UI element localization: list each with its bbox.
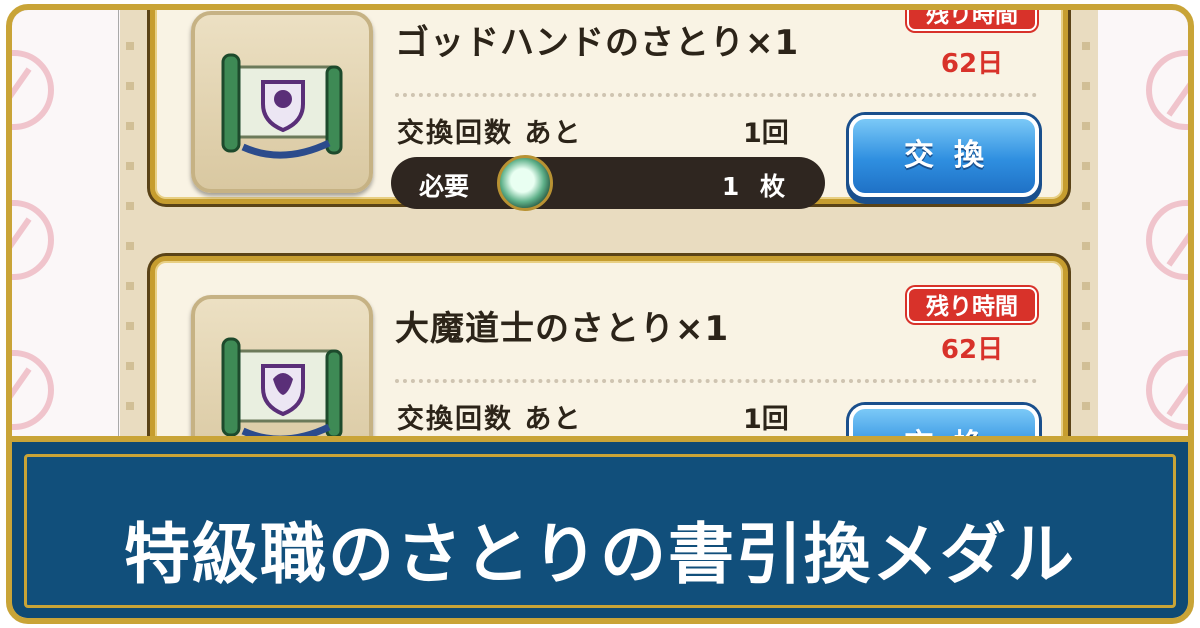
scroll-icon: [221, 53, 343, 159]
required-label: 必要: [419, 172, 470, 201]
exchange-item-card: ゴッドハンドのさとり×1 残り時間 62日 交換回数 あと 1回 必要 1 枚 …: [150, 10, 1068, 211]
medal-icon: [497, 155, 553, 211]
item-title: ゴッドハンドのさとり×1: [395, 23, 800, 63]
title-banner: 特級職のさとりの書引換メダル: [12, 436, 1188, 618]
remaining-days: 62日: [940, 49, 1004, 79]
required-count: 1 枚: [721, 172, 791, 201]
item-thumbnail: [191, 11, 373, 193]
ring-ornament-icon: [1146, 50, 1188, 130]
exchange-list-panel[interactable]: ゴッドハンドのさとり×1 残り時間 62日 交換回数 あと 1回 必要 1 枚 …: [120, 10, 1098, 501]
exchange-count-label: 交換回数 あと: [397, 404, 583, 435]
left-decoration: [12, 10, 122, 440]
exchange-count-value: 1回: [743, 404, 789, 435]
divider: [395, 93, 1037, 97]
banner-title: 特級職のさとりの書引換メダル: [124, 516, 1076, 593]
remaining-days: 62日: [940, 335, 1004, 365]
divider: [395, 379, 1037, 383]
ring-ornament-icon: [12, 200, 54, 280]
item-title: 大魔道士のさとり×1: [395, 309, 730, 349]
ring-ornament-icon: [1146, 200, 1188, 280]
ring-ornament-icon: [1146, 350, 1188, 430]
required-bar: 必要 1 枚: [391, 155, 825, 211]
ring-ornament-icon: [12, 50, 54, 130]
ring-ornament-icon: [12, 350, 54, 430]
remaining-time-badge: 残り時間: [907, 10, 1037, 31]
exchange-button[interactable]: 交換: [849, 115, 1039, 197]
thumbnail-frame: ゴッドハンドのさとり×1 残り時間 62日 交換回数 あと 1回 必要 1 枚 …: [6, 4, 1194, 624]
exchange-count-value: 1回: [743, 118, 789, 149]
remaining-time-badge: 残り時間: [907, 287, 1037, 323]
exchange-count-label: 交換回数 あと: [397, 118, 583, 149]
